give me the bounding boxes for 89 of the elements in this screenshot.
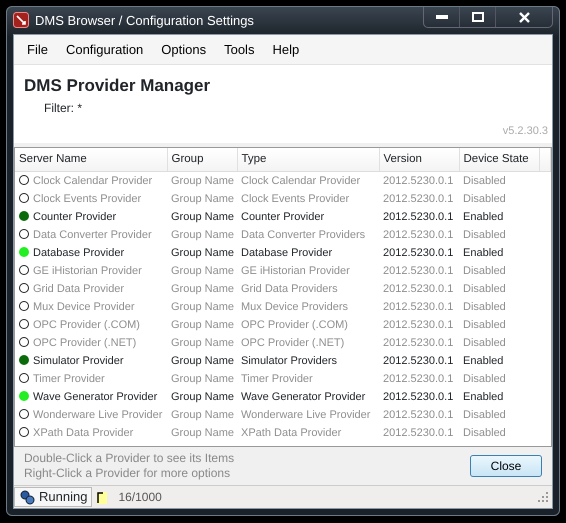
table-cell-text: Group Name: [170, 264, 235, 278]
table-cell-text: Grid Data Providers: [240, 282, 339, 296]
menu-item[interactable]: Tools: [215, 38, 264, 61]
table-cell-text: Enabled: [462, 390, 504, 404]
table-cell-text: 2012.5230.0.1: [382, 246, 454, 260]
table-cell-text: OPC Provider (.COM): [240, 318, 349, 332]
table-cell-text: 2012.5230.0.1: [382, 408, 454, 422]
maximize-icon: [472, 12, 484, 22]
column-header[interactable]: Server Name: [15, 148, 167, 172]
table-cell: 2012.5230.0.1: [379, 172, 459, 190]
column-header[interactable]: Version: [379, 148, 459, 172]
table-cell-text: Wonderware Live Provider: [240, 408, 372, 422]
table-cell-text: Group Name: [170, 390, 235, 404]
table-cell-text: Group Name: [170, 408, 235, 422]
table-cell-text: Disabled: [462, 264, 507, 278]
table-cell-text: 2012.5230.0.1: [382, 300, 454, 314]
table-cell-text: Disabled: [462, 282, 507, 296]
filter-label: Filter: *: [44, 100, 82, 116]
column-header[interactable]: Type: [237, 148, 379, 172]
item-count: 16/1000: [118, 489, 162, 506]
table-cell: Group Name: [167, 172, 237, 190]
table-cell-text: Clock Events Provider: [240, 192, 350, 206]
table-cell-text: 2012.5230.0.1: [382, 318, 454, 332]
table-cell-text: Simulator Providers: [240, 354, 338, 368]
table-cell-text: 2012.5230.0.1: [382, 390, 454, 404]
close-icon: [518, 12, 530, 22]
table-cell-text: Group Name: [170, 246, 235, 260]
table-cell-text: Mux Device Providers: [240, 300, 349, 314]
document-icon: [96, 489, 108, 505]
page-title: DMS Provider Manager: [24, 75, 212, 97]
table-cell-text: 2012.5230.0.1: [382, 354, 454, 368]
menu-item[interactable]: Configuration: [56, 38, 152, 61]
app-icon: [13, 12, 29, 28]
table-cell-text: Group Name: [170, 210, 235, 224]
table-cell-text: Disabled: [462, 318, 507, 332]
table-cell-text: Group Name: [170, 426, 235, 440]
hint-text: Double-Click a Provider to see its Items: [24, 451, 234, 466]
table-cell-text: 2012.5230.0.1: [382, 426, 454, 440]
table-cell-text: Group Name: [170, 336, 235, 350]
table-cell-text: Timer Provider: [240, 372, 314, 386]
hint-text: Right-Click a Provider for more options: [24, 466, 232, 481]
table-cell-text: Enabled: [462, 246, 504, 260]
table-cell-text: Disabled: [462, 336, 507, 350]
table-cell-text: 2012.5230.0.1: [382, 336, 454, 350]
table-cell-text: 2012.5230.0.1: [382, 372, 454, 386]
table-cell-text: Group Name: [170, 192, 235, 206]
table-cell-text: Data Converter Providers: [240, 228, 366, 242]
resize-grip-icon: [538, 492, 548, 502]
table-cell-text: Disabled: [462, 228, 507, 242]
table-cell-text: Database Provider: [240, 246, 334, 260]
table-cell-text: Disabled: [462, 426, 507, 440]
table-cell-text: Enabled: [462, 210, 504, 224]
table-cell-text: XPath Data Provider: [240, 426, 342, 440]
version-label: v5.2.30.3: [502, 124, 548, 138]
close-button[interactable]: Close: [470, 455, 542, 477]
status-text: Running: [39, 488, 88, 506]
column-header[interactable]: Group: [167, 148, 237, 172]
table-cell-text: 2012.5230.0.1: [382, 228, 454, 242]
table-cell: Clock Calendar Provider: [237, 172, 379, 190]
provider-name[interactable]: Simulator Provider: [33, 354, 124, 366]
column-header[interactable]: Device State: [459, 148, 539, 172]
table-cell-text: Enabled: [462, 354, 504, 368]
table-cell: Disabled: [459, 172, 539, 190]
table-cell-text: 2012.5230.0.1: [382, 192, 454, 206]
table-cell-text: Group Name: [170, 300, 235, 314]
table-cell-text: Group Name: [170, 354, 235, 368]
table-cell-text: 2012.5230.0.1: [382, 210, 454, 224]
table-cell-text: Wave Generator Provider: [240, 390, 366, 404]
table-cell-text: Group Name: [170, 372, 235, 386]
menu-item[interactable]: File: [18, 38, 57, 61]
provider-name[interactable]: Database Provider: [33, 246, 124, 258]
table-cell-text: Disabled: [462, 300, 507, 314]
menu-item[interactable]: Help: [263, 38, 308, 61]
table-cell-text: GE iHistorian Provider: [240, 264, 351, 278]
table-cell-text: Group Name: [170, 282, 235, 296]
table-cell-text: OPC Provider (.NET): [240, 336, 346, 350]
table-cell-text: Counter Provider: [240, 210, 326, 224]
table-cell-text: Group Name: [170, 228, 235, 242]
menu-item[interactable]: Options: [152, 38, 216, 61]
table-cell-text: Disabled: [462, 192, 507, 206]
provider-name[interactable]: Wave Generator Provider: [33, 390, 158, 402]
provider-name[interactable]: Counter Provider: [33, 210, 116, 222]
table-cell-text: 2012.5230.0.1: [382, 264, 454, 278]
table-cell-text: 2012.5230.0.1: [382, 282, 454, 296]
table-cell-text: Group Name: [170, 318, 235, 332]
table-cell-text: Disabled: [462, 408, 507, 422]
window-title: DMS Browser / Configuration Settings: [35, 12, 254, 30]
table-cell-text: Disabled: [462, 372, 507, 386]
minimize-icon: [436, 15, 448, 19]
